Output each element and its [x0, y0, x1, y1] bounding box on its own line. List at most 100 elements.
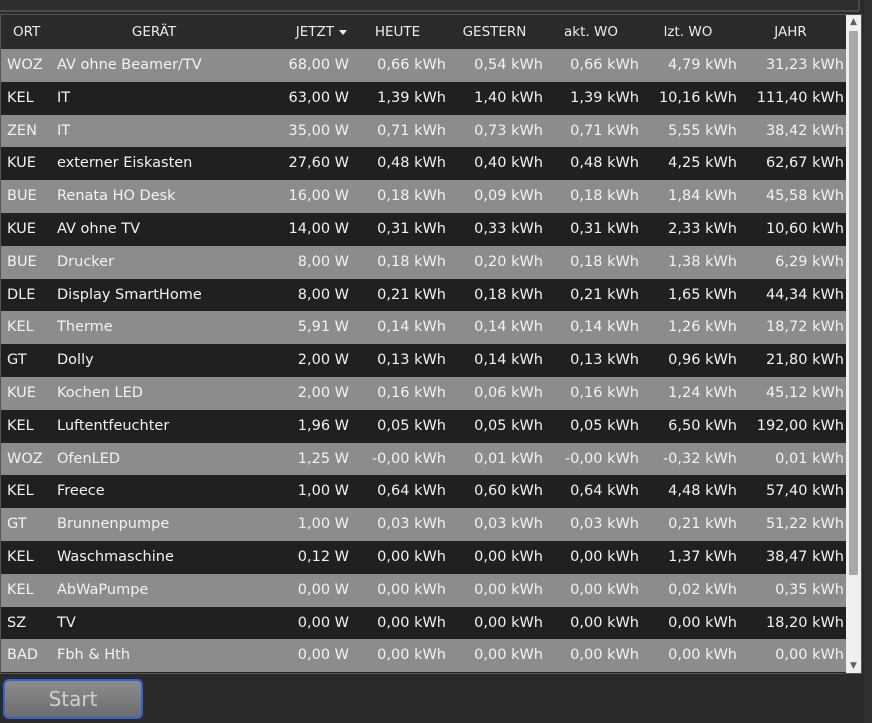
cell-ort: GT [7, 516, 27, 533]
cell-heute: 0,14 kWh [377, 319, 446, 336]
cell-akt-wo: 1,39 kWh [570, 89, 639, 106]
column-header-heute[interactable]: HEUTE [349, 15, 446, 49]
cell-gestern: 1,40 kWh [474, 89, 543, 106]
cell-jetzt: 16,00 W [288, 188, 349, 205]
cell-akt-wo: 0,21 kWh [570, 286, 639, 303]
cell-jetzt: 0,12 W [297, 548, 349, 565]
cell-jetzt: 0,00 W [297, 581, 349, 598]
column-header-jahr[interactable]: JAHR [737, 15, 844, 49]
cell-jahr: 45,58 kWh [765, 188, 844, 205]
cell-lzt-wo: 5,55 kWh [668, 122, 737, 139]
app-window: ORT GERÄT JETZT HEUTE GESTERN akt. WO lz… [0, 0, 872, 723]
cell-akt-wo: 0,05 kWh [570, 417, 639, 434]
table-row[interactable]: KUE Kochen LED 2,00 W 0,16 kWh 0,06 kWh 0,16 … [1, 376, 846, 410]
cell-gestern: 0,01 kWh [474, 450, 543, 467]
table-row[interactable]: SZ TV 0,00 W 0,00 kWh 0,00 kWh 0,00 kWh 0,00 k… [1, 606, 846, 640]
energy-table: ORT GERÄT JETZT HEUTE GESTERN akt. WO lz… [1, 15, 846, 673]
cell-lzt-wo: 4,25 kWh [668, 155, 737, 172]
table-row[interactable]: DLE Display SmartHome 8,00 W 0,21 kWh 0,18 k… [1, 278, 846, 312]
table-row[interactable]: KEL Therme 5,91 W 0,14 kWh 0,14 kWh 0,14 kWh 1… [1, 311, 846, 345]
cell-ort: BUE [7, 253, 37, 270]
cell-akt-wo: 0,31 kWh [570, 220, 639, 237]
scroll-down-arrow-icon[interactable]: ▼ [846, 659, 861, 673]
cell-akt-wo: 0,00 kWh [570, 647, 639, 664]
vertical-scrollbar[interactable]: ▲ ▼ [846, 15, 861, 673]
cell-gestern: 0,18 kWh [474, 286, 543, 303]
cell-jetzt: 1,00 W [297, 516, 349, 533]
cell-geraet: AV ohne TV [57, 220, 141, 237]
table-row[interactable]: WOZ OfenLED 1,25 W -0,00 kWh 0,01 kWh -0,00 k… [1, 442, 846, 476]
cell-ort: KEL [7, 89, 34, 106]
cell-lzt-wo: 1,38 kWh [668, 253, 737, 270]
cell-geraet: Luftentfeuchter [57, 417, 170, 434]
cell-lzt-wo: 0,96 kWh [668, 352, 737, 369]
cell-lzt-wo: 0,02 kWh [668, 581, 737, 598]
cell-lzt-wo: 4,79 kWh [668, 57, 737, 73]
cell-jahr: 38,42 kWh [765, 122, 844, 139]
column-header-geraet[interactable]: GERÄT [49, 15, 259, 49]
cell-heute: 0,05 kWh [377, 417, 446, 434]
cell-jahr: 0,01 kWh [775, 450, 844, 467]
cell-jahr: 44,34 kWh [765, 286, 844, 303]
column-header-ort[interactable]: ORT [1, 15, 49, 49]
scroll-up-arrow-icon[interactable]: ▲ [846, 15, 861, 29]
table-row[interactable]: KEL Waschmaschine 0,12 W 0,00 kWh 0,00 kWh 0,… [1, 540, 846, 574]
table-row[interactable]: KEL IT 63,00 W 1,39 kWh 1,40 kWh 1,39 kWh 10,1… [1, 81, 846, 115]
cell-lzt-wo: 6,50 kWh [668, 417, 737, 434]
table-row[interactable]: BUE Drucker 8,00 W 0,18 kWh 0,20 kWh 0,18 kWh… [1, 245, 846, 279]
cell-geraet: IT [57, 89, 71, 106]
cell-jetzt: 63,00 W [288, 89, 349, 106]
table-row[interactable]: BAD Fbh & Hth 0,00 W 0,00 kWh 0,00 kWh 0,00 k… [1, 639, 846, 673]
energy-table-frame: ORT GERÄT JETZT HEUTE GESTERN akt. WO lz… [0, 14, 862, 674]
cell-geraet: AbWaPumpe [57, 581, 149, 598]
table-row[interactable]: ZEN IT 35,00 W 0,71 kWh 0,73 kWh 0,71 kWh 5,55… [1, 114, 846, 148]
cell-heute: 0,00 kWh [377, 548, 446, 565]
table-row[interactable]: KEL Freece 1,00 W 0,64 kWh 0,60 kWh 0,64 kWh 4… [1, 475, 846, 509]
cell-ort: BUE [7, 188, 37, 205]
cell-akt-wo: -0,00 kWh [564, 450, 639, 467]
cell-heute: 0,66 kWh [377, 57, 446, 73]
cell-jetzt: 2,00 W [297, 384, 349, 401]
table-row[interactable]: BUE Renata HO Desk 16,00 W 0,18 kWh 0,09 kWh… [1, 180, 846, 213]
cell-heute: 0,03 kWh [377, 516, 446, 533]
cell-akt-wo: 0,03 kWh [570, 516, 639, 533]
cell-geraet: OfenLED [57, 450, 121, 467]
cell-heute: 0,64 kWh [377, 483, 446, 500]
cell-ort: GT [7, 352, 27, 369]
scrollbar-thumb[interactable] [849, 31, 858, 575]
table-row[interactable]: KEL Luftentfeuchter 1,96 W 0,05 kWh 0,05 kWh… [1, 409, 846, 443]
cell-heute: 0,71 kWh [377, 122, 446, 139]
table-row[interactable]: KUE externer Eiskasten 27,60 W 0,48 kWh 0,40… [1, 147, 846, 181]
cell-lzt-wo: 4,48 kWh [668, 483, 737, 500]
column-header-akt-wo[interactable]: akt. WO [543, 15, 639, 49]
table-row[interactable]: KUE AV ohne TV 14,00 W 0,31 kWh 0,33 kWh 0,31… [1, 212, 846, 246]
cell-jahr: 38,47 kWh [765, 548, 844, 565]
column-header-lzt-wo[interactable]: lzt. WO [639, 15, 737, 49]
column-header-gestern[interactable]: GESTERN [446, 15, 543, 49]
cell-heute: 0,13 kWh [377, 352, 446, 369]
cell-gestern: 0,05 kWh [474, 417, 543, 434]
cell-geraet: Waschmaschine [57, 548, 174, 565]
sort-descending-icon [339, 29, 347, 35]
table-row[interactable]: GT Brunnenpumpe 1,00 W 0,03 kWh 0,03 kWh 0,03… [1, 508, 846, 541]
cell-ort: DLE [7, 286, 36, 303]
cell-akt-wo: 0,18 kWh [570, 188, 639, 205]
cell-lzt-wo: 10,16 kWh [658, 89, 737, 106]
cell-geraet: Fbh & Hth [57, 647, 131, 664]
table-row[interactable]: GT Dolly 2,00 W 0,13 kWh 0,14 kWh 0,13 kWh 0,9… [1, 344, 846, 377]
cell-lzt-wo: 1,65 kWh [668, 286, 737, 303]
cell-jetzt: 8,00 W [297, 286, 349, 303]
cell-heute: 0,16 kWh [377, 384, 446, 401]
cell-jahr: 62,67 kWh [765, 155, 844, 172]
cell-akt-wo: 0,64 kWh [570, 483, 639, 500]
start-button[interactable]: Start [3, 679, 143, 719]
cell-ort: KEL [7, 483, 34, 500]
table-row[interactable]: WOZ AV ohne Beamer/TV 68,00 W 0,66 kWh 0,54 … [1, 49, 846, 82]
column-header-jetzt[interactable]: JETZT [259, 15, 349, 49]
cell-ort: ZEN [7, 122, 37, 139]
table-body: WOZ AV ohne Beamer/TV 68,00 W 0,66 kWh 0,54 … [1, 49, 846, 673]
table-row[interactable]: KEL AbWaPumpe 0,00 W 0,00 kWh 0,00 kWh 0,00 k… [1, 573, 846, 607]
cell-ort: KUE [7, 220, 36, 237]
cell-geraet: Therme [57, 319, 113, 336]
cell-gestern: 0,73 kWh [474, 122, 543, 139]
